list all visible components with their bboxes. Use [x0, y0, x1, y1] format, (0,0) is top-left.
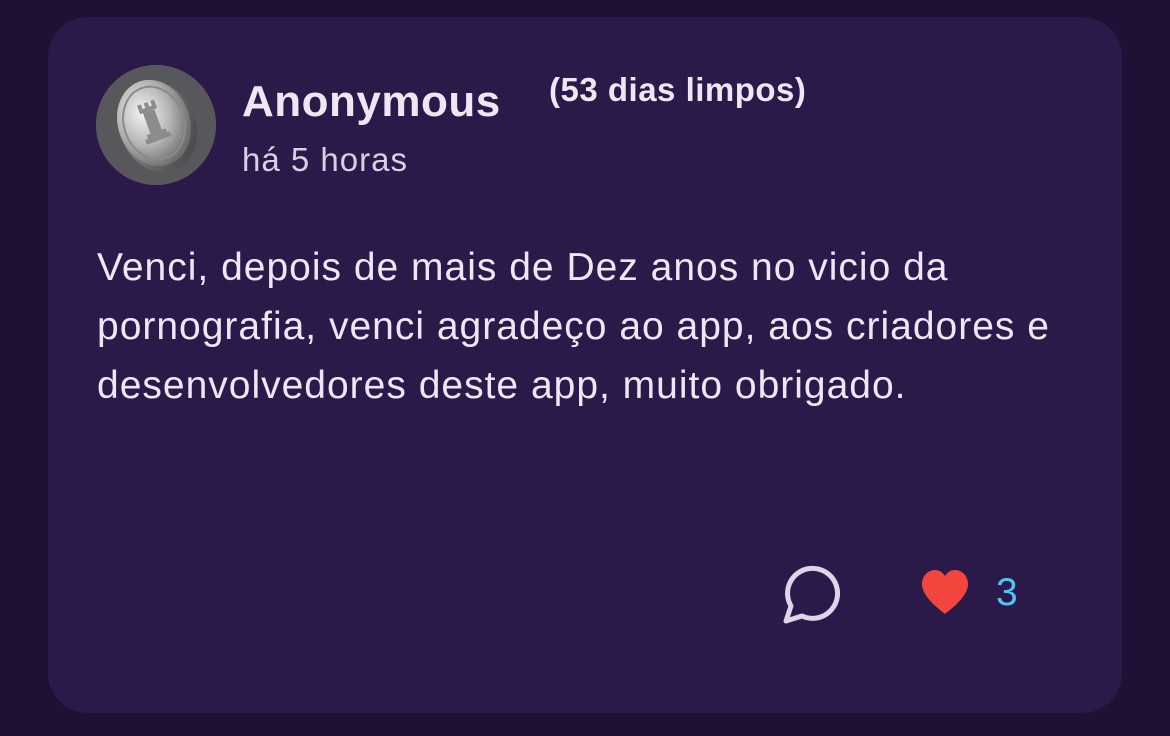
post-timestamp: há 5 horas — [242, 141, 408, 178]
streak-badge: (53 dias limpos) — [549, 71, 807, 108]
author-name[interactable]: Anonymous — [242, 77, 501, 127]
avatar[interactable] — [96, 65, 216, 185]
comment-button[interactable] — [776, 561, 841, 625]
comment-bubble-icon — [783, 565, 841, 624]
silver-coin-rook-icon — [96, 65, 216, 185]
post-card: Anonymous (53 dias limpos) há 5 horas Ve… — [48, 17, 1122, 713]
post-body: Venci, depois de mais de Dez anos no vic… — [97, 246, 1050, 407]
heart-icon — [922, 570, 968, 614]
like-count: 3 — [996, 571, 1018, 614]
like-button[interactable] — [920, 568, 970, 618]
